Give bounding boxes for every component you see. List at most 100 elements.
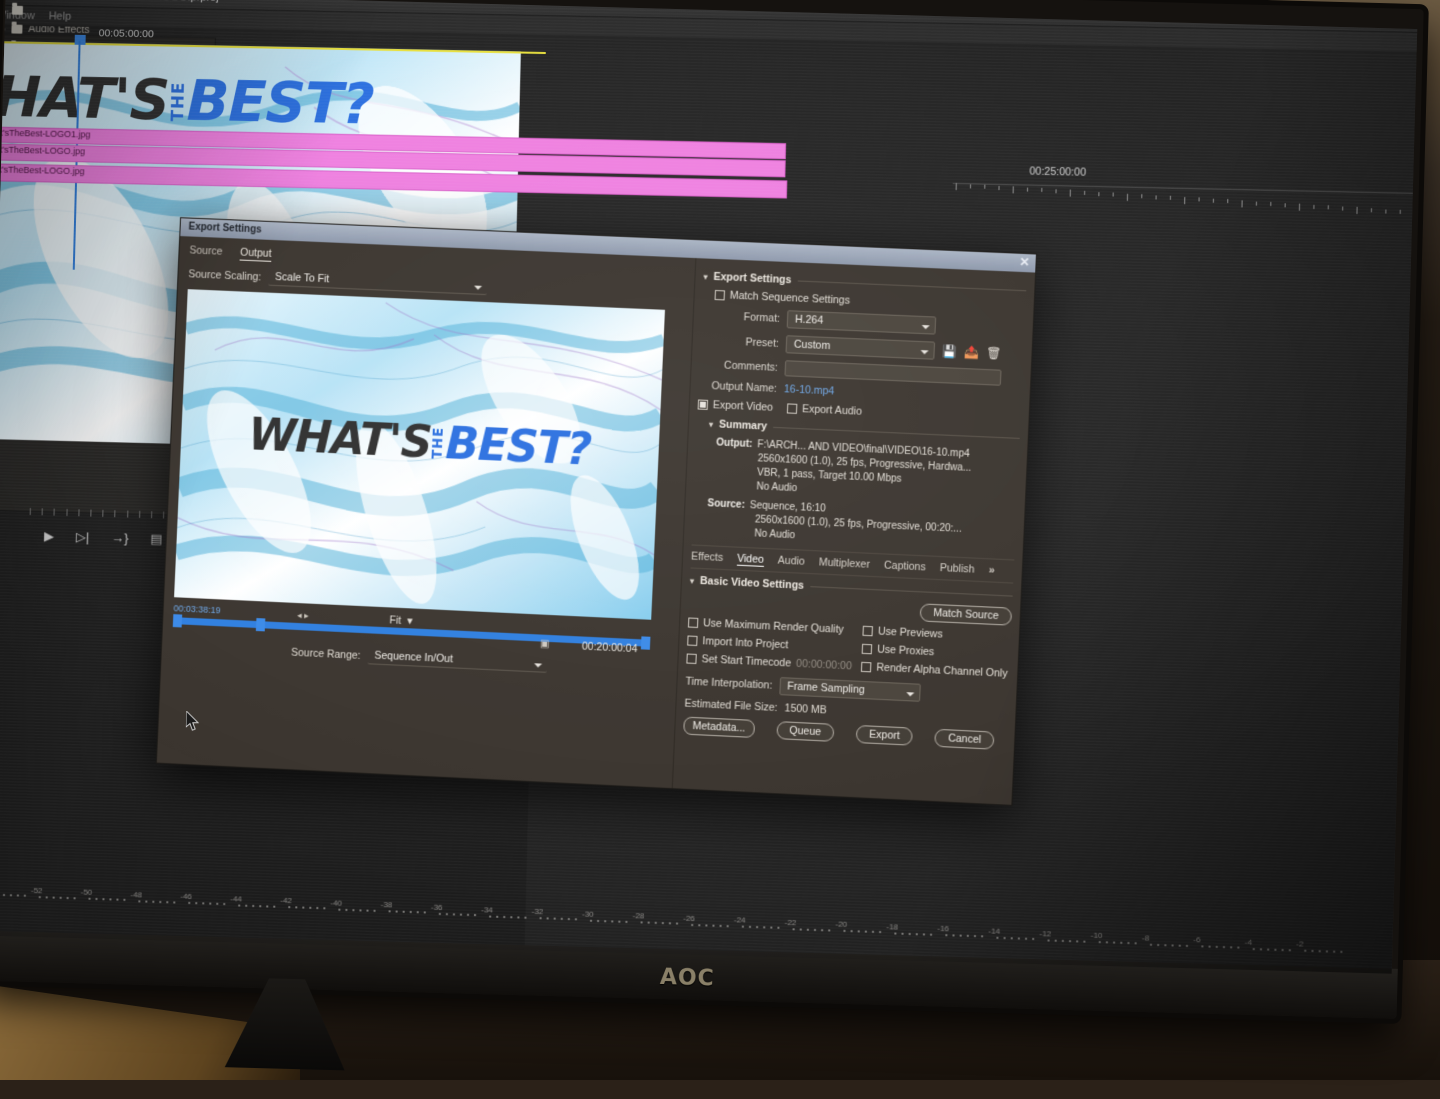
export-preview-image[interactable]: WHAT'S THE BEST? (174, 289, 665, 620)
import-preset-icon[interactable]: 📤 (964, 345, 980, 360)
audio-meter-dot (273, 905, 276, 908)
audio-meter-dot (373, 909, 376, 912)
timeline-tick (1169, 195, 1171, 201)
tab-output[interactable]: Output (239, 246, 272, 262)
start-timecode-value[interactable]: 00:00:00:00 (796, 658, 852, 673)
audio-meter-dot (1120, 941, 1123, 944)
audio-meter-dot (159, 900, 162, 903)
chevron-down-icon[interactable]: ▾ (407, 615, 413, 627)
tab-publish[interactable]: Publish (940, 562, 975, 576)
out-point-handle[interactable] (640, 636, 651, 650)
render-alpha-only-row[interactable]: Render Alpha Channel Only (861, 661, 1009, 680)
tab-multiplexer[interactable]: Multiplexer (819, 556, 871, 570)
audio-meter-dot (489, 915, 492, 918)
timeline-tick (1026, 187, 1029, 192)
audio-meter-dot (1134, 942, 1137, 945)
audio-meter-tick: -4 (1244, 937, 1253, 947)
lift-icon[interactable]: ▤ (150, 531, 163, 547)
section-divider (773, 426, 1020, 439)
audio-meter-dot (466, 913, 470, 916)
timeline-tick (1356, 207, 1358, 215)
set-start-timecode-row[interactable]: Set Start Timecode 00:00:00:00 (686, 653, 855, 673)
output-name-link[interactable]: 16-10.mp4 (784, 383, 835, 397)
tab-source[interactable]: Source (189, 244, 222, 259)
audio-meter-dot (712, 924, 715, 927)
export-settings-dialog[interactable]: Export Settings ✕ Source Output Source S… (155, 217, 1038, 806)
export-audio-checkbox[interactable] (786, 403, 798, 414)
audio-meter-dot (109, 898, 112, 901)
preset-dropdown[interactable]: Custom (785, 335, 936, 360)
match-sequence-settings-checkbox[interactable] (714, 289, 726, 301)
export-button[interactable]: Export (855, 724, 914, 746)
go-to-out-icon[interactable]: →} (111, 530, 129, 546)
use-proxies-row[interactable]: Use Proxies (861, 643, 1010, 662)
import-into-project-checkbox[interactable] (687, 635, 698, 647)
use-max-render-quality-row[interactable]: Use Maximum Render Quality (687, 617, 857, 637)
audio-meter-dot (416, 911, 419, 914)
tab-audio[interactable]: Audio (778, 555, 805, 568)
audio-meter-dot (1237, 946, 1240, 949)
chevron-down-icon[interactable]: ▾ (703, 272, 707, 281)
set-start-timecode-checkbox[interactable] (686, 653, 697, 665)
chevron-down-icon[interactable]: ▾ (690, 576, 694, 585)
in-point-handle[interactable] (172, 614, 183, 628)
timeline-tick (1041, 188, 1043, 193)
timeline-tick (1141, 194, 1143, 199)
audio-meter-dot (452, 913, 455, 916)
audio-meter-dot (123, 898, 126, 901)
audio-meter-dot (560, 917, 563, 920)
queue-button[interactable]: Queue (775, 721, 835, 742)
folder-icon (11, 24, 23, 34)
use-previews-row[interactable]: Use Previews (862, 625, 1011, 644)
chevron-down-icon[interactable]: ▾ (709, 420, 713, 429)
import-into-project-label: Import Into Project (702, 635, 789, 652)
delete-preset-icon[interactable]: 🗑 (986, 346, 1002, 361)
tabs-overflow-icon[interactable]: » (988, 564, 994, 576)
format-dropdown[interactable]: H.264 (786, 310, 937, 335)
match-sequence-settings-label: Match Sequence Settings (729, 289, 851, 307)
match-source-button[interactable]: Match Source (919, 603, 1013, 626)
audio-meter-dot (524, 916, 527, 919)
audio-meter-dot (1003, 937, 1006, 940)
use-previews-checkbox[interactable] (862, 625, 874, 637)
metadata-button[interactable]: Metadata... (683, 716, 755, 738)
comments-input[interactable] (784, 360, 1002, 386)
section-title: Export Settings (713, 270, 792, 287)
export-audio-label: Export Audio (801, 403, 863, 418)
audio-meter-dot (1325, 950, 1328, 953)
menu-item-help[interactable]: Help (48, 10, 71, 25)
render-alpha-only-checkbox[interactable] (861, 661, 872, 673)
audio-meter-dot (618, 920, 621, 923)
audio-meter-dot (981, 935, 984, 938)
tab-captions[interactable]: Captions (884, 559, 926, 573)
source-scaling-dropdown[interactable]: Scale To Fit (267, 268, 487, 296)
crop-icon[interactable]: ▣ (540, 639, 550, 650)
playhead-handle[interactable] (255, 618, 266, 632)
dialog-title: Export Settings (188, 221, 262, 236)
export-video-checkbox[interactable] (697, 399, 709, 410)
in-out-markers-icon[interactable]: ◂ ▸ (297, 610, 309, 621)
audio-meter-dot (323, 907, 326, 910)
cancel-button[interactable]: Cancel (934, 728, 995, 750)
use-max-render-quality-checkbox[interactable] (687, 617, 699, 628)
tab-effects[interactable]: Effects (691, 551, 723, 564)
audio-meter-dot (1083, 940, 1086, 943)
timeline-marker-0: 00:05:00:00 (98, 27, 154, 41)
import-into-project-row[interactable]: Import Into Project (687, 635, 856, 655)
step-forward-icon[interactable]: ▷| (76, 529, 90, 545)
close-icon[interactable]: ✕ (1019, 255, 1030, 269)
audio-meter-dot (1098, 941, 1101, 944)
tab-video[interactable]: Video (736, 552, 765, 567)
use-proxies-checkbox[interactable] (861, 643, 873, 655)
save-preset-icon[interactable]: 💾 (941, 344, 957, 359)
audio-meter-dot (188, 902, 191, 905)
fit-dropdown[interactable]: Fit ▾ (389, 614, 412, 627)
audio-meter-dot (640, 921, 643, 924)
source-range-dropdown[interactable]: Sequence In/Out (367, 647, 548, 673)
export-audio-toggle[interactable]: Export Audio (786, 402, 863, 418)
play-icon[interactable]: ▶ (44, 528, 54, 544)
export-video-label: Export Video (712, 399, 774, 414)
export-video-toggle[interactable]: Export Video (697, 398, 774, 414)
timeline-tick (1155, 195, 1157, 200)
timeline-tick (1084, 190, 1086, 195)
